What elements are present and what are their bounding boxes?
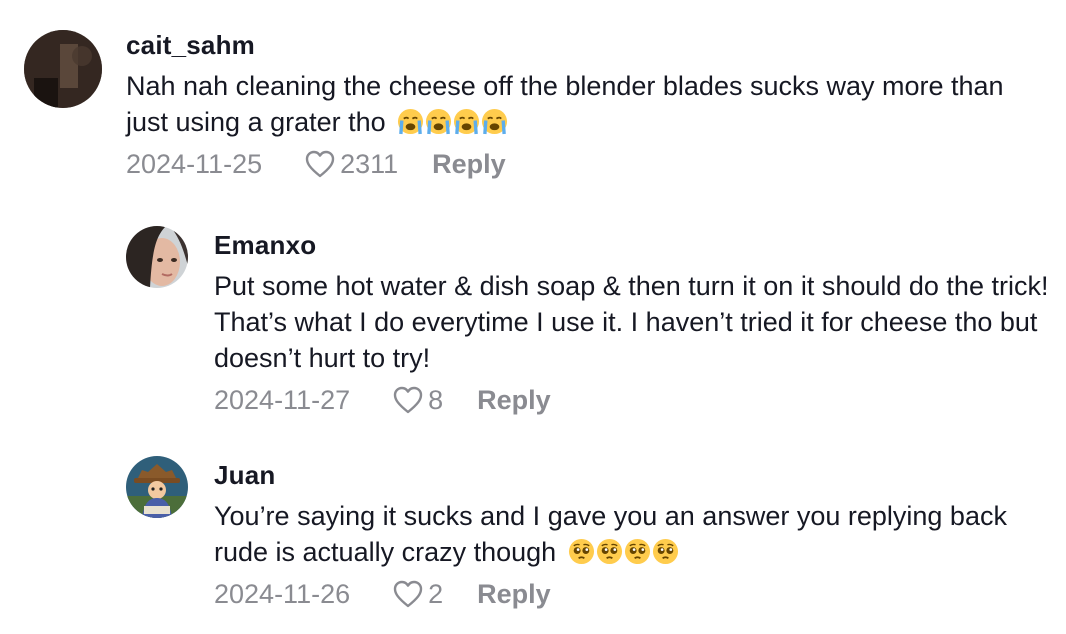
reply-button[interactable]: Reply [477,576,551,612]
comment-body: Juan You’re saying it sucks and I gave y… [214,456,1056,612]
avatar[interactable] [126,226,188,288]
comment-body: cait_sahm Nah nah cleaning the cheese of… [126,30,1044,182]
avatar[interactable] [126,456,188,518]
reply-item: Emanxo Put some hot water & dish soap & … [126,226,1056,418]
reply-button[interactable]: Reply [477,382,551,418]
pleading-face-icon [624,538,650,565]
heart-icon [305,150,335,178]
avatar[interactable] [24,30,102,108]
comment-username[interactable]: Emanxo [214,230,1056,260]
heart-icon [393,580,423,608]
comment-date: 2024-11-26 [214,579,351,609]
like-count: 2 [428,579,444,609]
comment-item: cait_sahm Nah nah cleaning the cheese of… [24,30,1044,182]
reply-item: Juan You’re saying it sucks and I gave y… [126,456,1056,612]
pleading-face-icon [596,538,622,565]
comment-text-content: Nah nah cleaning the cheese off the blen… [126,71,1004,137]
crying-face-icon [482,108,508,135]
pleading-emoji-group [568,538,680,565]
pleading-face-icon [568,538,594,565]
comment-date: 2024-11-25 [126,149,263,179]
comment-text: Put some hot water & dish soap & then tu… [214,268,1056,376]
comment-username[interactable]: Juan [214,460,1056,490]
comment-text-content: Put some hot water & dish soap & then tu… [214,271,1049,373]
comment-text: Nah nah cleaning the cheese off the blen… [126,68,1044,140]
comment-body: Emanxo Put some hot water & dish soap & … [214,226,1056,418]
crying-face-icon [426,108,452,135]
crying-emoji-group [397,108,509,135]
reply-button[interactable]: Reply [432,146,506,182]
comment-meta: 2024-11-26 2 Reply [214,576,1056,612]
like-count: 2311 [340,149,399,179]
comment-meta: 2024-11-25 2311 Reply [126,146,1044,182]
like-button[interactable]: 2 [392,576,443,612]
like-button[interactable]: 8 [392,382,443,418]
heart-icon [393,386,423,414]
comment-meta: 2024-11-27 8 Reply [214,382,1056,418]
comment-text: You’re saying it sucks and I gave you an… [214,498,1056,570]
comment-username[interactable]: cait_sahm [126,30,1044,60]
pleading-face-icon [652,538,678,565]
crying-face-icon [454,108,480,135]
comment-date: 2024-11-27 [214,385,351,415]
like-count: 8 [428,385,444,415]
crying-face-icon [398,108,424,135]
like-button[interactable]: 2311 [304,146,398,182]
